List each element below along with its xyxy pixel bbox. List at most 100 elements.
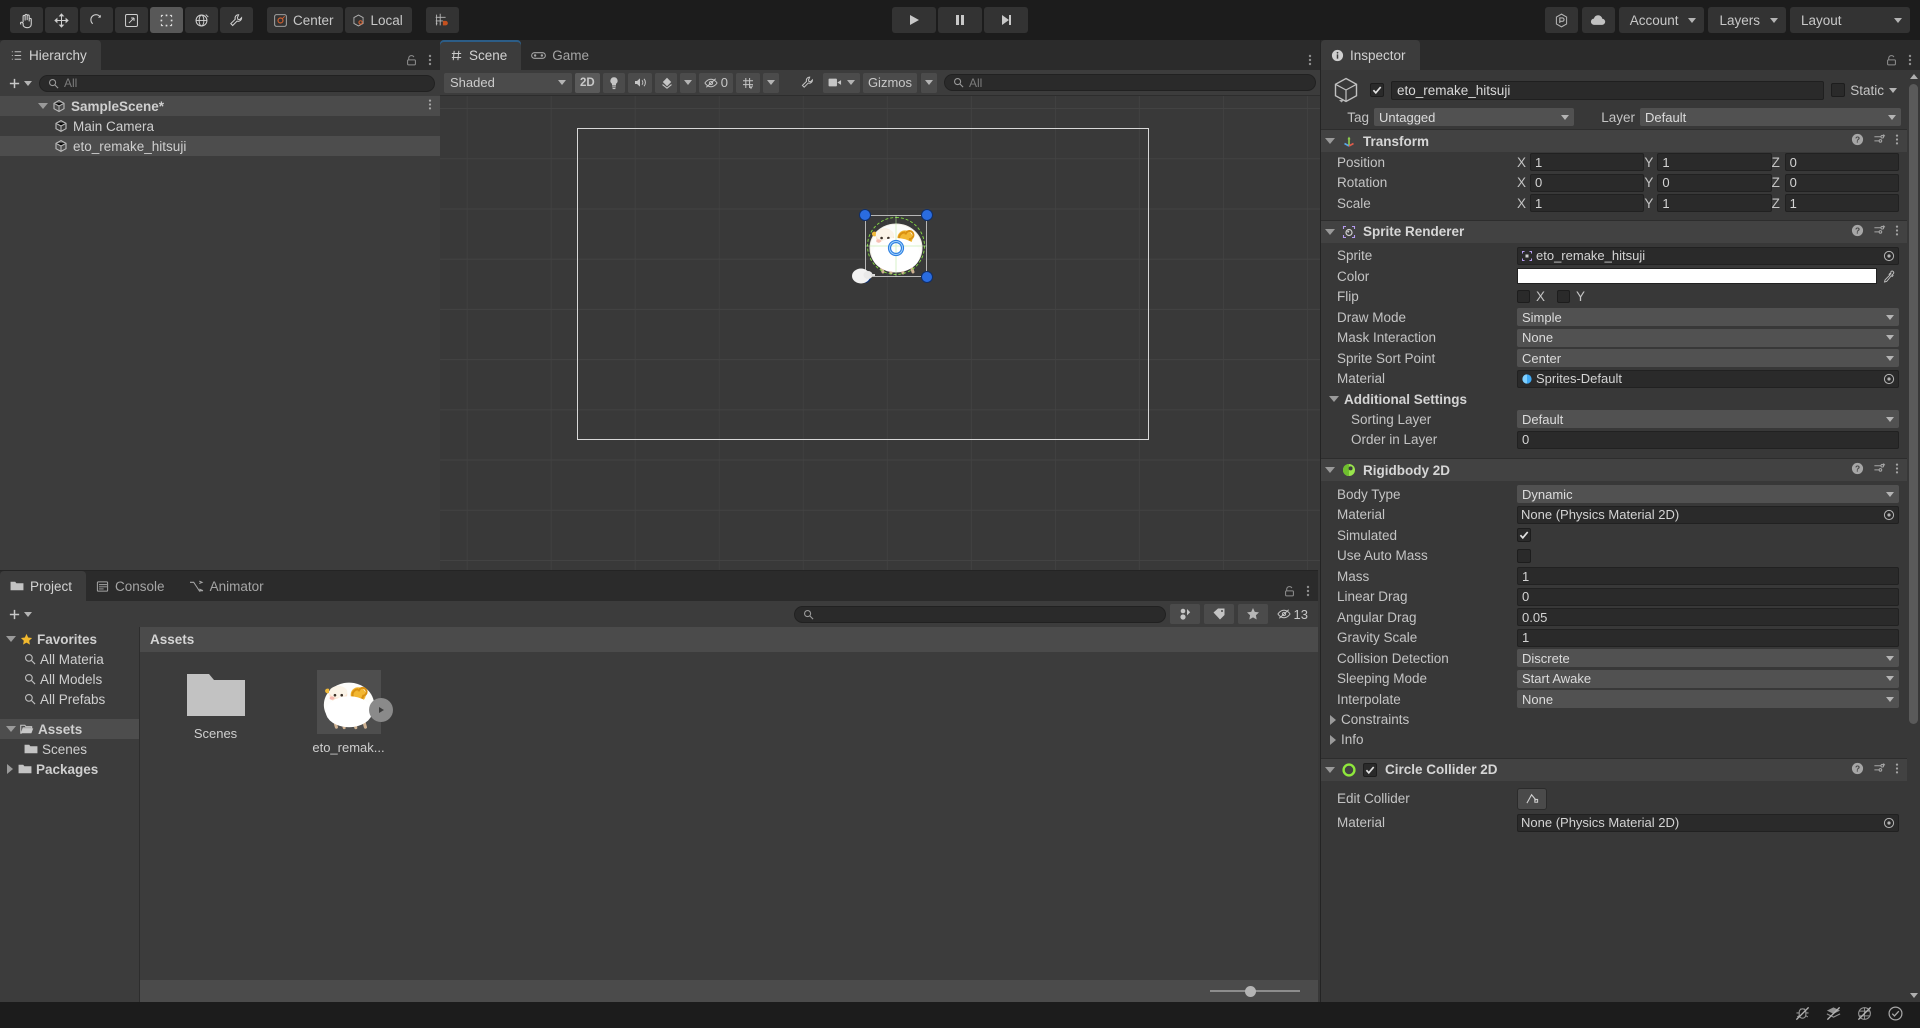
- scene-hidden-objects-button[interactable]: 0: [699, 73, 733, 93]
- component-menu-icon[interactable]: [1895, 762, 1899, 778]
- favorites-filter-button[interactable]: [1238, 604, 1268, 624]
- scroll-up-arrow-icon[interactable]: [1910, 74, 1918, 79]
- sprite-expand-button[interactable]: [369, 698, 393, 722]
- scene-lighting-toggle[interactable]: [603, 73, 625, 93]
- static-checkbox[interactable]: [1831, 83, 1845, 97]
- scene-camera-dropdown[interactable]: [823, 73, 860, 93]
- use-auto-mass-checkbox[interactable]: [1517, 549, 1531, 563]
- flip-y-checkbox[interactable]: [1557, 290, 1570, 303]
- inspector-menu-icon[interactable]: [1908, 53, 1912, 70]
- hierarchy-row-main-camera[interactable]: Main Camera: [0, 116, 440, 136]
- tag-dropdown[interactable]: Untagged: [1374, 108, 1574, 126]
- simulated-checkbox[interactable]: [1517, 528, 1531, 542]
- scene-menu-icon[interactable]: [428, 98, 432, 114]
- foldout-triangle-icon[interactable]: [7, 764, 13, 774]
- hierarchy-row-scene[interactable]: SampleScene*: [0, 96, 440, 116]
- project-tree-assets[interactable]: Assets: [0, 719, 139, 739]
- search-by-label-button[interactable]: [1204, 604, 1234, 624]
- project-create-button[interactable]: [5, 608, 35, 621]
- layers-off-icon[interactable]: [1825, 1005, 1842, 1025]
- foldout-triangle-icon[interactable]: [1325, 467, 1335, 473]
- scroll-down-arrow-icon[interactable]: [1910, 993, 1918, 998]
- position-y-input[interactable]: 1: [1657, 153, 1771, 171]
- project-tree-favorites[interactable]: Favorites: [0, 629, 139, 649]
- eyedropper-icon[interactable]: [1877, 270, 1899, 283]
- help-icon[interactable]: ?: [1851, 224, 1864, 240]
- draw-mode-dropdown[interactable]: Simple: [1517, 308, 1899, 326]
- collab-icon[interactable]: [1545, 7, 1578, 33]
- gizmos-caret[interactable]: [920, 73, 937, 93]
- tab-inspector[interactable]: Inspector: [1321, 40, 1420, 70]
- foldout-triangle-icon[interactable]: [1329, 396, 1339, 402]
- component-menu-icon[interactable]: [1895, 133, 1899, 149]
- scene-audio-toggle[interactable]: [628, 73, 652, 93]
- foldout-triangle-icon[interactable]: [1330, 715, 1336, 725]
- rotate-tool-button[interactable]: [80, 7, 113, 33]
- sorting-layer-dropdown[interactable]: Default: [1517, 410, 1899, 428]
- sleeping-mode-dropdown[interactable]: Start Awake: [1517, 670, 1899, 688]
- preset-icon[interactable]: [1873, 762, 1886, 778]
- asset-size-slider[interactable]: [1210, 990, 1300, 992]
- sprite-object-field[interactable]: eto_remake_hitsuji: [1517, 247, 1899, 265]
- resize-handle-br[interactable]: [921, 271, 933, 283]
- flip-x-checkbox[interactable]: [1517, 290, 1530, 303]
- pivot-rotation-button[interactable]: Local: [345, 7, 412, 33]
- color-swatch-field[interactable]: [1517, 268, 1877, 284]
- pause-button[interactable]: [938, 7, 982, 33]
- project-menu-icon[interactable]: [1306, 584, 1310, 601]
- preset-icon[interactable]: [1873, 462, 1886, 478]
- component-menu-icon[interactable]: [1895, 462, 1899, 478]
- object-picker-icon[interactable]: [1882, 372, 1896, 386]
- layer-dropdown[interactable]: Default: [1640, 108, 1901, 126]
- project-tree-all-models[interactable]: All Models: [0, 669, 139, 689]
- foldout-triangle-icon[interactable]: [1325, 229, 1335, 235]
- resize-handle-tr[interactable]: [921, 209, 933, 221]
- inspector-scrollbar[interactable]: [1907, 70, 1920, 1002]
- lock-icon[interactable]: [1283, 585, 1296, 601]
- scale-x-input[interactable]: 1: [1530, 194, 1644, 212]
- rotation-y-input[interactable]: 0: [1657, 174, 1771, 192]
- scene-viewport[interactable]: [440, 96, 1320, 570]
- resize-handle-tl[interactable]: [859, 209, 871, 221]
- interpolate-dropdown[interactable]: None: [1517, 690, 1899, 708]
- scene-tools-button[interactable]: [795, 73, 820, 93]
- project-search-input[interactable]: [794, 606, 1166, 623]
- help-icon[interactable]: ?: [1851, 133, 1864, 149]
- component-header[interactable]: Sprite Renderer ?: [1321, 221, 1907, 243]
- hierarchy-tree[interactable]: SampleScene* Main Camera: [0, 96, 440, 570]
- help-icon[interactable]: ?: [1851, 762, 1864, 778]
- project-tree-all-prefabs[interactable]: All Prefabs: [0, 689, 139, 709]
- check-circle-icon[interactable]: [1887, 1005, 1904, 1025]
- step-button[interactable]: [984, 7, 1028, 33]
- linear-drag-input[interactable]: 0: [1517, 588, 1899, 606]
- tab-scene[interactable]: Scene: [440, 40, 521, 70]
- object-picker-icon[interactable]: [1882, 816, 1896, 830]
- object-picker-icon[interactable]: [1882, 508, 1896, 522]
- tab-project[interactable]: Project: [0, 571, 86, 601]
- project-tree-packages[interactable]: Packages: [0, 759, 139, 779]
- collider-material-object-field[interactable]: None (Physics Material 2D): [1517, 814, 1899, 832]
- material-object-field[interactable]: Sprites-Default: [1517, 370, 1899, 388]
- edit-collider-button[interactable]: [1517, 788, 1547, 810]
- hierarchy-search-input[interactable]: All: [39, 75, 435, 92]
- foldout-constraints[interactable]: Constraints: [1321, 710, 1907, 730]
- body-type-dropdown[interactable]: Dynamic: [1517, 485, 1899, 503]
- project-folder-tree[interactable]: Favorites All Materia All Models All Pre…: [0, 627, 140, 1002]
- draw-mode-dropdown[interactable]: Shaded: [444, 73, 572, 93]
- lock-icon[interactable]: [1885, 54, 1898, 70]
- assets-grid[interactable]: Scenes: [140, 652, 1318, 980]
- inspector-scroll-thumb[interactable]: [1909, 84, 1918, 724]
- component-menu-icon[interactable]: [1895, 224, 1899, 240]
- cloud-icon[interactable]: [1582, 7, 1615, 33]
- scale-tool-button[interactable]: [115, 7, 148, 33]
- hand-tool-button[interactable]: [10, 7, 43, 33]
- toggle-2d-button[interactable]: 2D: [575, 73, 600, 93]
- component-header[interactable]: Circle Collider 2D ?: [1321, 759, 1907, 781]
- foldout-triangle-icon[interactable]: [1330, 735, 1336, 745]
- grid-snapping-button[interactable]: [426, 7, 459, 33]
- position-x-input[interactable]: 1: [1530, 153, 1644, 171]
- help-icon[interactable]: ?: [1851, 462, 1864, 478]
- tab-hierarchy[interactable]: Hierarchy: [0, 40, 101, 70]
- move-tool-button[interactable]: [45, 7, 78, 33]
- foldout-info[interactable]: Info: [1321, 730, 1907, 750]
